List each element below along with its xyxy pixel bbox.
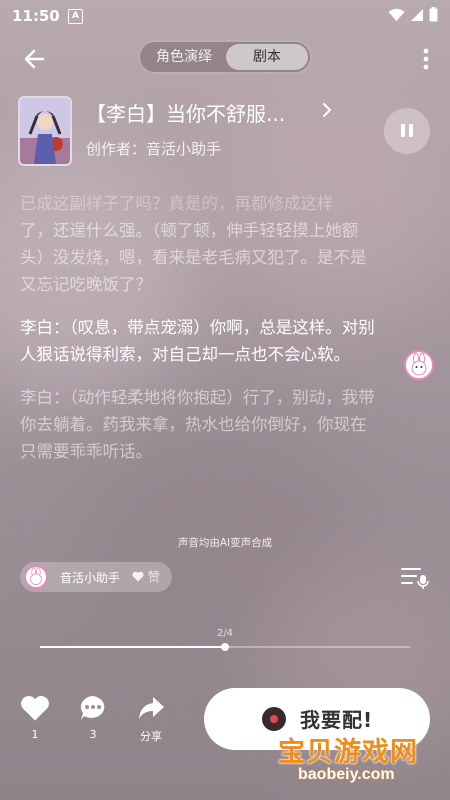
top-bar: 角色演绎 剧本 (0, 38, 450, 78)
back-arrow-icon[interactable] (20, 44, 50, 74)
status-bar: 11:50 A (0, 0, 450, 32)
wifi-icon (388, 8, 405, 21)
creator-avatar (24, 565, 48, 589)
heart-icon (21, 695, 49, 721)
bunny-avatar-icon (411, 352, 427, 376)
status-notification-icon: A (68, 9, 83, 24)
status-time: 11:50 (12, 7, 60, 25)
tab-role-play[interactable]: 角色演绎 (143, 44, 225, 70)
status-icons (388, 7, 438, 22)
share-icon (139, 697, 164, 719)
signal-icon (411, 8, 423, 21)
script-line-faded: 已成这副样子了吗？真是的，再都修成这样 (20, 194, 334, 213)
bunny-avatar-icon (30, 567, 42, 586)
tab-script[interactable]: 剧本 (226, 44, 308, 70)
comment-icon (80, 696, 105, 720)
creator-like[interactable]: 赞 (132, 568, 160, 585)
pause-icon (401, 124, 405, 137)
progress-slider[interactable] (40, 643, 410, 651)
like-button[interactable]: 1 (10, 694, 60, 741)
character-portrait (20, 98, 70, 164)
battery-icon (429, 7, 438, 22)
speaker-avatar[interactable] (404, 350, 434, 380)
heart-icon (132, 571, 144, 582)
script-author[interactable]: 创作者：音活小助手 (86, 138, 221, 159)
script-line-current: 李白：（叹息，带点宠溺）你啊，总是这样。对别人狠话说得利索，对自己却一点也不会心… (20, 318, 375, 364)
record-icon (262, 707, 286, 731)
chevron-right-icon[interactable] (320, 100, 334, 120)
watermark-title: 宝贝游戏网 (278, 737, 418, 768)
like-count: 1 (31, 728, 39, 741)
dub-cta-label: 我要配! (300, 708, 374, 732)
share-button[interactable]: 分享 (126, 694, 176, 744)
creator-name: 音活小助手 (60, 571, 121, 585)
like-label: 赞 (147, 570, 160, 584)
progress-label: 2/4 (216, 628, 234, 639)
playlist-voice-icon[interactable] (400, 564, 430, 590)
progress-knob[interactable] (221, 643, 229, 651)
script-line-next: 李白：（动作轻柔地将你抱起）行了，别动，我带你去躺着。药我来拿，热水也给你倒好，… (20, 388, 375, 461)
watermark-url: baobeiy.com (298, 766, 395, 783)
pause-button[interactable] (384, 108, 430, 154)
ai-voice-notice: 声音均由AI变声合成 (177, 537, 273, 549)
creator-chip[interactable]: 音活小助手 赞 (20, 562, 172, 592)
share-label: 分享 (140, 730, 162, 743)
script-text-area: 已成这副样子了吗？真是的，再都修成这样 了，还逞什么强。（顿了顿，伸手轻轻摸上她… (20, 190, 380, 520)
script-title[interactable]: 【李白】当你不舒服... (86, 98, 285, 127)
script-cover-image[interactable] (18, 96, 72, 166)
comment-count: 3 (89, 728, 97, 741)
comment-button[interactable]: 3 (68, 694, 118, 741)
progress-fill (40, 646, 225, 648)
mode-switch: 角色演绎 剧本 (138, 40, 312, 74)
script-line-previous: 了，还逞什么强。（顿了顿，伸手轻轻摸上她额头）没发烧，嗯，看来是老毛病又犯了。是… (20, 221, 367, 294)
site-watermark: 宝贝游戏网 baobeiy.com (270, 730, 450, 800)
more-options-icon[interactable] (416, 44, 436, 74)
